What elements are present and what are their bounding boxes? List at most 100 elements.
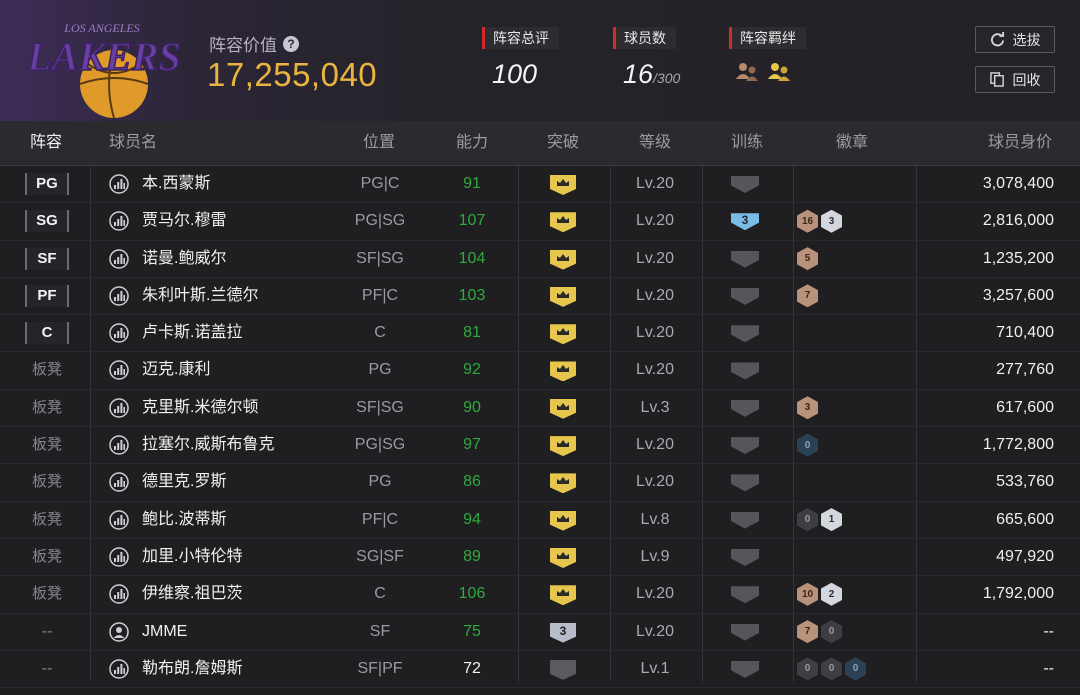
recycle-button[interactable]: 回收 <box>975 66 1055 93</box>
table-row[interactable]: 板凳 拉塞尔.威斯布鲁克 PG|SG 97 Lv.20 0 1,772,800 <box>0 427 1080 465</box>
player-breakthrough[interactable] <box>550 651 578 687</box>
col-price[interactable]: 球员身价 <box>988 121 1052 165</box>
player-name[interactable]: 贾马尔.穆雷 <box>142 203 226 239</box>
player-training[interactable] <box>731 315 761 351</box>
lineup-slot[interactable]: SG <box>24 203 70 239</box>
player-name[interactable]: 本.西蒙斯 <box>142 166 210 202</box>
help-icon[interactable]: ? <box>283 35 299 52</box>
lineup-slot-bench: 板凳 <box>31 547 62 565</box>
player-badges[interactable]: 16 3 <box>797 203 842 239</box>
player-badges[interactable]: 000 <box>797 651 866 687</box>
table-row[interactable]: 板凳 迈克.康利 PG 92 Lv.20 277,760 <box>0 352 1080 390</box>
lineup-slot[interactable]: 板凳 <box>24 464 70 500</box>
table-row[interactable]: 板凳 克里斯.米德尔顿 SF|SG 90 Lv.3 3 617,600 <box>0 390 1080 428</box>
player-training[interactable] <box>731 502 761 538</box>
bond-icons[interactable] <box>729 61 806 83</box>
lineup-slot[interactable]: -- <box>24 651 70 687</box>
table-row[interactable]: -- 勒布朗.詹姆斯 SF|PF 72 Lv.1 000 -- <box>0 651 1080 689</box>
player-name[interactable]: 克里斯.米德尔顿 <box>142 390 258 426</box>
player-badges[interactable]: 0 <box>797 427 818 463</box>
player-training[interactable]: 3 <box>731 203 761 239</box>
table-row[interactable]: 板凳 鲍比.波蒂斯 PF|C 94 Lv.8 01 665,600 <box>0 502 1080 539</box>
col-breakthrough[interactable]: 突破 <box>547 121 579 165</box>
player-name[interactable]: 加里.小特伦特 <box>142 539 242 575</box>
lineup-slot[interactable]: 板凳 <box>24 502 70 538</box>
table-row[interactable]: SF 诺曼.鲍威尔 SF|SG 104 Lv.20 5 1,235,200 <box>0 241 1080 278</box>
player-breakthrough[interactable] <box>550 315 578 351</box>
player-name[interactable]: 鲍比.波蒂斯 <box>142 502 226 538</box>
lineup-slot[interactable]: 板凳 <box>24 427 70 463</box>
player-breakthrough[interactable] <box>550 166 578 202</box>
player-breakthrough[interactable] <box>550 539 578 575</box>
bond-people-bronze-icon[interactable] <box>735 61 761 83</box>
player-breakthrough[interactable] <box>550 502 578 538</box>
col-player-name[interactable]: 球员名 <box>109 121 157 165</box>
lineup-slot[interactable]: 板凳 <box>24 576 70 612</box>
player-position: PG <box>368 361 392 379</box>
player-breakthrough[interactable] <box>550 390 578 426</box>
col-lineup[interactable]: 阵容 <box>30 121 62 165</box>
lineup-slot[interactable]: PF <box>24 278 70 314</box>
player-name[interactable]: 德里克.罗斯 <box>142 464 226 500</box>
player-name[interactable]: 伊维察.祖巴茨 <box>142 576 242 612</box>
lineup-slot[interactable]: 板凳 <box>24 390 70 426</box>
player-name[interactable]: 拉塞尔.威斯布鲁克 <box>142 427 274 463</box>
table-row[interactable]: C 卢卡斯.诺盖拉 C 81 Lv.20 710,400 <box>0 315 1080 353</box>
player-breakthrough[interactable]: 3 <box>550 614 578 650</box>
select-button[interactable]: 选拔 <box>975 26 1055 53</box>
player-badges[interactable]: 3 <box>797 390 818 426</box>
player-training[interactable] <box>731 427 761 463</box>
player-name[interactable]: JMME <box>142 614 187 650</box>
player-breakthrough[interactable] <box>550 576 578 612</box>
table-row[interactable]: 板凳 加里.小特伦特 SG|SF 89 Lv.9 497,920 <box>0 539 1080 577</box>
player-training[interactable] <box>731 614 761 650</box>
player-count-number: 16 <box>623 59 654 89</box>
player-stats-icon[interactable] <box>109 651 131 695</box>
col-position[interactable]: 位置 <box>363 121 395 165</box>
player-training[interactable] <box>731 390 761 426</box>
table-row[interactable]: PG 本.西蒙斯 PG|C 91 Lv.20 3,078,400 <box>0 166 1080 204</box>
player-badges[interactable]: 10 2 <box>797 576 842 612</box>
table-row[interactable]: 板凳 伊维察.祖巴茨 C 106 Lv.20 10 2 1,792,000 <box>0 576 1080 614</box>
bond-people-gold-icon[interactable] <box>767 61 793 83</box>
player-training[interactable] <box>731 576 761 612</box>
player-training[interactable] <box>731 464 761 500</box>
player-training[interactable] <box>731 241 761 277</box>
player-badges[interactable]: 01 <box>797 502 842 538</box>
table-row[interactable]: 板凳 德里克.罗斯 PG 86 Lv.20 533,760 <box>0 464 1080 502</box>
player-name[interactable]: 卢卡斯.诺盖拉 <box>142 315 242 351</box>
table-row[interactable]: SG 贾马尔.穆雷 PG|SG 107 Lv.20 3 16 3 2,816,00… <box>0 203 1080 241</box>
player-badges[interactable]: 5 <box>797 241 818 277</box>
player-training[interactable] <box>731 539 761 575</box>
player-name[interactable]: 勒布朗.詹姆斯 <box>142 651 242 687</box>
col-level[interactable]: 等级 <box>639 121 671 165</box>
player-breakthrough[interactable] <box>550 427 578 463</box>
player-breakthrough[interactable] <box>550 241 578 277</box>
player-breakthrough[interactable] <box>550 464 578 500</box>
lineup-slot[interactable]: PG <box>24 166 70 202</box>
player-training[interactable] <box>731 352 761 388</box>
player-breakthrough[interactable] <box>550 352 578 388</box>
col-ability[interactable]: 能力 <box>456 121 488 165</box>
lineup-slot[interactable]: C <box>24 315 70 351</box>
documents-icon <box>989 72 1004 87</box>
player-breakthrough[interactable] <box>550 203 578 239</box>
lineup-slot[interactable]: -- <box>24 614 70 650</box>
lineup-slot[interactable]: 板凳 <box>24 352 70 388</box>
col-training[interactable]: 训练 <box>731 121 763 165</box>
player-price: 1,772,800 <box>982 436 1054 454</box>
table-row[interactable]: -- JMME SF 75 3 Lv.20 70 -- <box>0 614 1080 651</box>
player-name[interactable]: 诺曼.鲍威尔 <box>142 241 226 277</box>
player-breakthrough[interactable] <box>550 278 578 314</box>
player-training[interactable] <box>731 278 761 314</box>
table-row[interactable]: PF 朱利叶斯.兰德尔 PF|C 103 Lv.20 7 3,257,600 <box>0 278 1080 316</box>
player-name[interactable]: 迈克.康利 <box>142 352 210 388</box>
lineup-slot[interactable]: 板凳 <box>24 539 70 575</box>
player-training[interactable] <box>731 166 761 202</box>
lineup-slot[interactable]: SF <box>24 241 70 277</box>
player-name[interactable]: 朱利叶斯.兰德尔 <box>142 278 258 314</box>
player-badges[interactable]: 7 <box>797 278 818 314</box>
player-badges[interactable]: 70 <box>797 614 842 650</box>
col-badges[interactable]: 徽章 <box>836 121 868 165</box>
player-training[interactable] <box>731 651 761 687</box>
